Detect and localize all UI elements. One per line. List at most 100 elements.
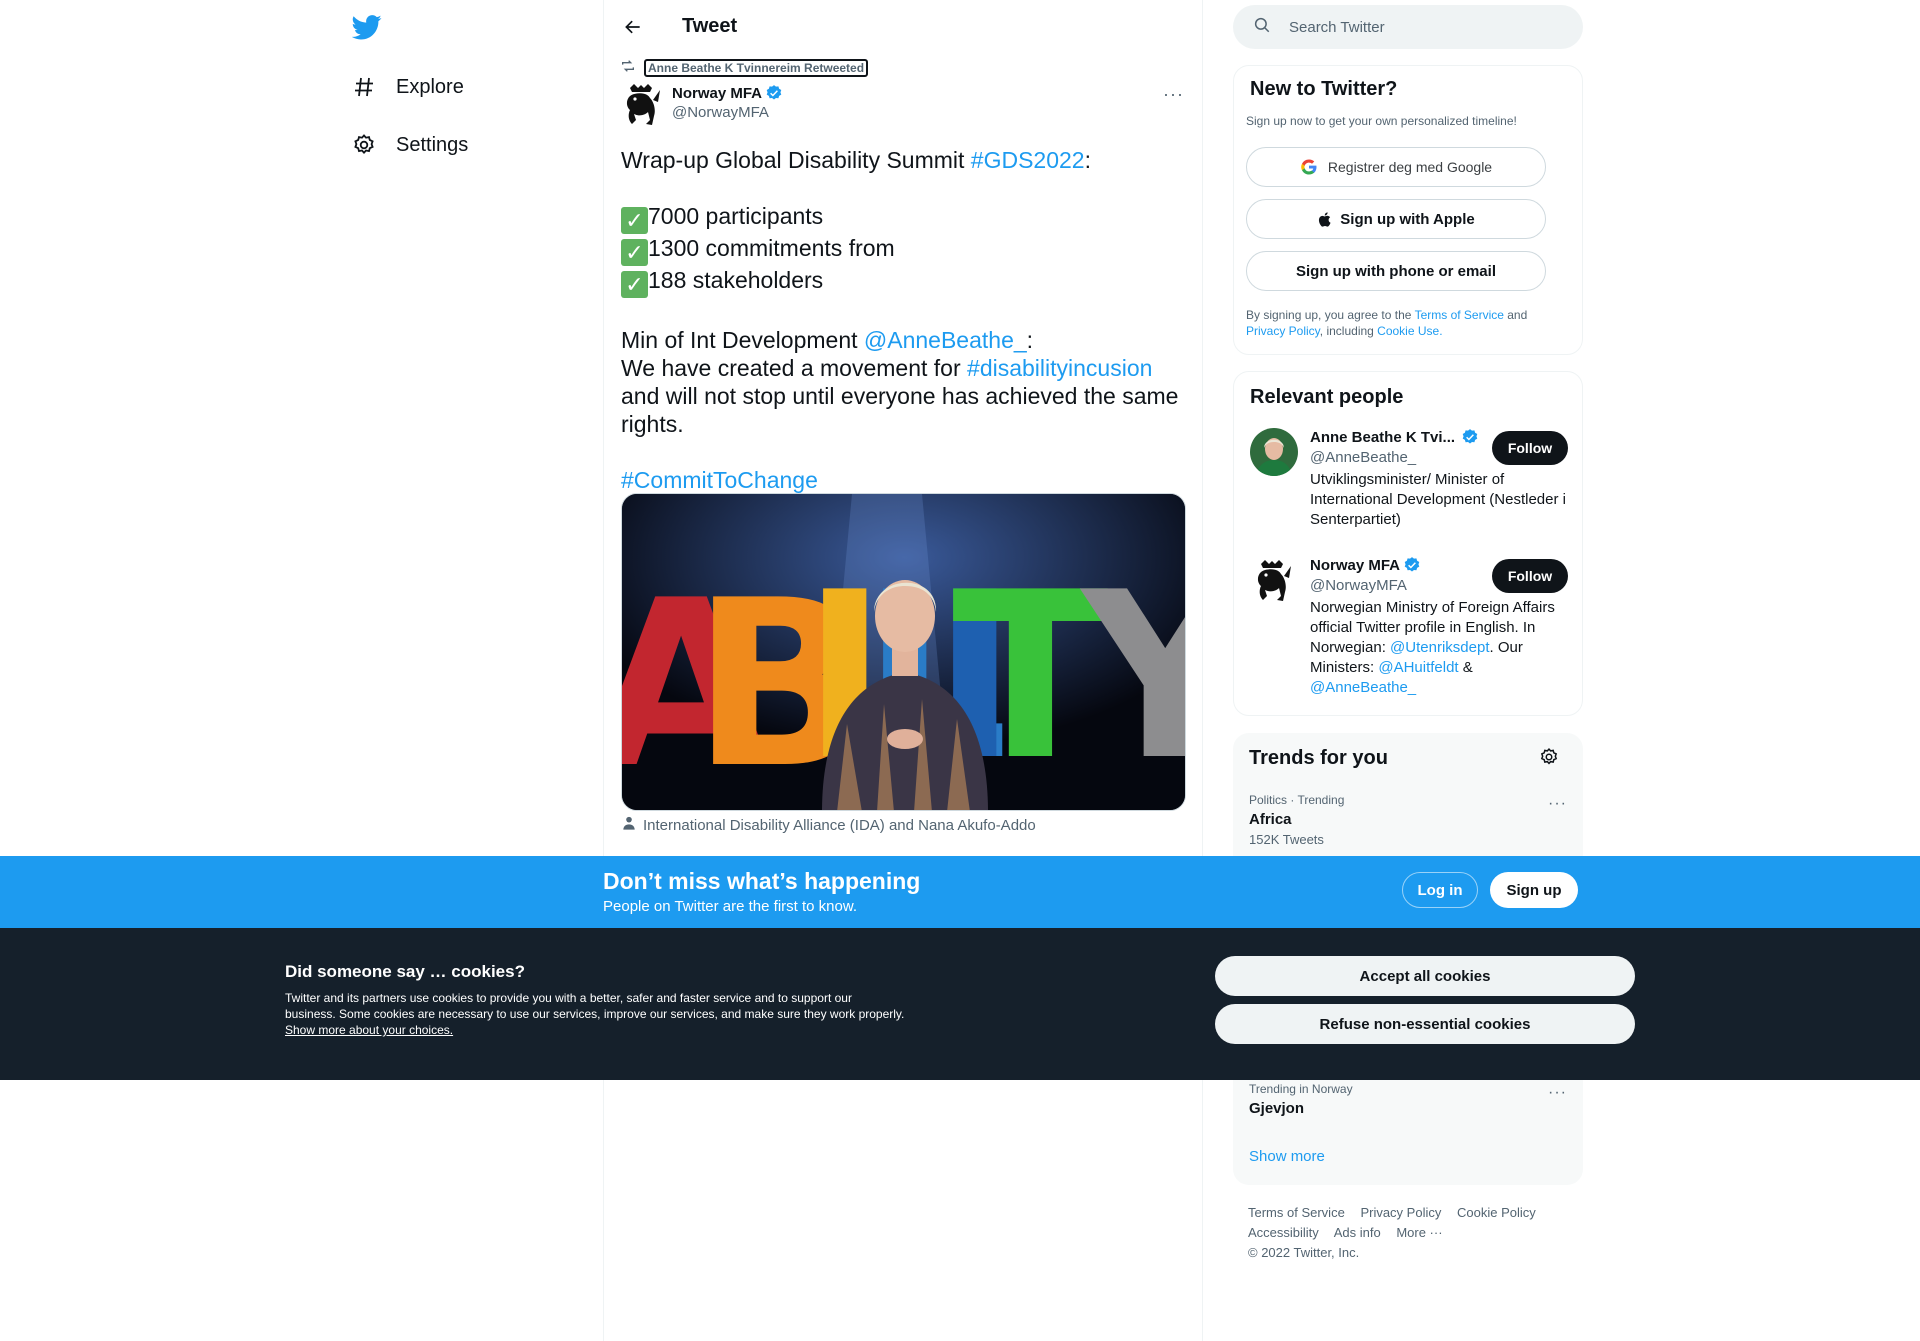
tweet-bullet: ✓ 7000 participants: [621, 202, 1186, 234]
hashtag-committochange-link[interactable]: #CommitToChange: [621, 467, 818, 493]
trend-count: 152K Tweets: [1249, 832, 1324, 847]
signup-banner: Don’t miss what’s happening People on Tw…: [0, 856, 1920, 928]
verified-badge-icon: [1403, 556, 1421, 574]
apple-signup-label: Sign up with Apple: [1340, 210, 1475, 228]
tagged-people-text: International Disability Alliance (IDA) …: [643, 816, 1036, 834]
person-name: Norway MFA: [1310, 556, 1401, 574]
apple-signup-button[interactable]: Sign up with Apple: [1246, 199, 1546, 239]
retweet-icon: [620, 58, 636, 79]
hashtag-icon: [350, 73, 378, 101]
search-box[interactable]: [1233, 5, 1583, 49]
google-signup-label: Registrer deg med Google: [1327, 159, 1493, 175]
mention-utenriksdept-link[interactable]: @Utenriksdept: [1390, 639, 1489, 656]
tweet-photo[interactable]: A B I L I T Y: [621, 493, 1186, 811]
cookie-choices-link[interactable]: Show more about your choices.: [285, 1023, 453, 1037]
trend-meta: Politics · Trending: [1249, 793, 1345, 807]
signup-banner-title: Don’t miss what’s happening: [603, 868, 921, 894]
person-bio: Utviklingsminister/ Minister of Internat…: [1310, 471, 1566, 528]
retweeted-by-link[interactable]: Anne Beathe K Tvinnereim Retweeted: [644, 59, 869, 77]
nav-settings[interactable]: Settings: [350, 121, 468, 169]
media-letter: Y: [1079, 544, 1186, 811]
person-name: Anne Beathe K Tvi...: [1310, 428, 1456, 446]
tweet-line-rights: and will not stop until everyone has ach…: [621, 383, 1179, 437]
author-handle[interactable]: @NorwayMFA: [672, 104, 783, 121]
trend-name: Africa: [1249, 811, 1292, 828]
trend-more-icon[interactable]: ···: [1548, 795, 1567, 813]
mention-annebeathe-link[interactable]: @AnneBeathe_: [864, 327, 1027, 353]
mention-ahuitfeldt-link[interactable]: @AHuitfeldt: [1378, 659, 1458, 676]
author-name: Norway MFA: [672, 84, 763, 102]
person-row[interactable]: Norway MFA @NorwayMFA Norwegian Ministry…: [1234, 556, 1584, 706]
check-mark-icon: ✓: [621, 239, 648, 266]
norway-mfa-avatar[interactable]: [620, 82, 662, 128]
retweet-context: Anne Beathe K Tvinnereim Retweeted: [620, 58, 869, 79]
page-title: Tweet: [682, 15, 738, 37]
footer-more-link[interactable]: More ···: [1396, 1225, 1442, 1240]
verified-badge-icon: [765, 84, 783, 102]
trend-name: Gjevjon: [1249, 1100, 1305, 1117]
trend-meta: Trending in Norway: [1249, 1082, 1353, 1096]
twitter-logo-icon[interactable]: [351, 12, 384, 44]
footer-cookie-link[interactable]: Cookie Policy: [1457, 1205, 1536, 1220]
show-more-link[interactable]: Show more: [1249, 1148, 1325, 1165]
accept-cookies-button[interactable]: Accept all cookies: [1215, 956, 1635, 996]
cookie-title: Did someone say … cookies?: [285, 962, 525, 981]
footer-privacy-link[interactable]: Privacy Policy: [1360, 1205, 1441, 1220]
trend-item[interactable]: Politics · Trending Africa 152K Tweets ·…: [1233, 793, 1583, 863]
nav-explore-label: Explore: [396, 75, 464, 98]
tweet-line-minister: Min of Int Development @AnneBeathe_:: [621, 327, 1034, 353]
trends-settings-icon[interactable]: [1539, 747, 1559, 772]
tweet-author: Norway MFA @NorwayMFA: [620, 82, 783, 128]
relevant-people-card: Relevant people Anne Beathe K Tvi... @An…: [1233, 371, 1583, 716]
anne-beathe-avatar[interactable]: [1250, 428, 1298, 476]
cookie-use-link[interactable]: Cookie Use.: [1377, 324, 1442, 338]
tweet-text: Wrap-up Global Disability Summit #GDS202…: [621, 146, 1186, 494]
nav-explore[interactable]: Explore: [350, 63, 464, 111]
tagged-people[interactable]: International Disability Alliance (IDA) …: [621, 815, 1036, 835]
check-mark-icon: ✓: [621, 271, 648, 298]
footer-accessibility-link[interactable]: Accessibility: [1248, 1225, 1319, 1240]
tweet-header: Tweet: [604, 0, 1202, 53]
google-icon: [1300, 158, 1318, 176]
google-signup-button[interactable]: Registrer deg med Google: [1246, 147, 1546, 187]
copyright: © 2022 Twitter, Inc.: [1248, 1245, 1360, 1260]
tweet-line-summary: Wrap-up Global Disability Summit #GDS202…: [621, 147, 1091, 173]
phone-email-signup-button[interactable]: Sign up with phone or email: [1246, 251, 1546, 291]
nav-settings-label: Settings: [396, 133, 469, 156]
trends-title: Trends for you: [1249, 747, 1388, 769]
author-name-row[interactable]: Norway MFA: [672, 84, 783, 102]
refuse-cookies-button[interactable]: Refuse non-essential cookies: [1215, 1004, 1635, 1044]
verified-badge-icon: [1461, 428, 1479, 446]
person-row[interactable]: Anne Beathe K Tvi... @AnneBeathe_ Utvikl…: [1234, 428, 1584, 538]
signup-banner-subtitle: People on Twitter are the first to know.: [603, 898, 858, 915]
cookie-text: Twitter and its partners use cookies to …: [285, 991, 905, 1037]
more-options-icon[interactable]: ···: [1163, 84, 1184, 105]
login-button[interactable]: Log in: [1402, 872, 1478, 908]
terms-link[interactable]: Terms of Service: [1415, 308, 1504, 322]
footer-terms-link[interactable]: Terms of Service: [1248, 1205, 1345, 1220]
privacy-link[interactable]: Privacy Policy: [1246, 324, 1320, 338]
person-bio: Norwegian Ministry of Foreign Affairs of…: [1310, 599, 1555, 696]
follow-button[interactable]: Follow: [1492, 559, 1568, 593]
search-input[interactable]: [1289, 18, 1539, 36]
mention-annebeathe-link[interactable]: @AnneBeathe_: [1310, 679, 1416, 696]
apple-icon: [1317, 211, 1334, 228]
signup-button[interactable]: Sign up: [1490, 872, 1578, 908]
tweet-bullet: ✓ 1300 commitments from: [621, 234, 1186, 266]
footer-links: Terms of Service Privacy Policy Cookie P…: [1248, 1203, 1578, 1263]
hashtag-gds2022-link[interactable]: #GDS2022: [971, 147, 1085, 173]
signup-legal-text: By signing up, you agree to the Terms of…: [1246, 308, 1528, 338]
trend-more-icon[interactable]: ···: [1548, 1084, 1567, 1102]
new-to-twitter-title: New to Twitter?: [1250, 78, 1398, 100]
check-mark-icon: ✓: [621, 207, 648, 234]
hashtag-disabilityincusion-link[interactable]: #disabilityincusion: [967, 355, 1152, 381]
footer-ads-info-link[interactable]: Ads info: [1334, 1225, 1381, 1240]
tweet-bullet: ✓ 188 stakeholders: [621, 266, 1186, 298]
norway-mfa-avatar[interactable]: [1250, 558, 1298, 606]
follow-button[interactable]: Follow: [1492, 431, 1568, 465]
back-arrow-icon[interactable]: [616, 10, 650, 44]
person-icon: [621, 815, 643, 835]
new-to-twitter-subtitle: Sign up now to get your own personalized…: [1246, 114, 1517, 128]
trend-item[interactable]: Trending in Norway Gjevjon ···: [1233, 1082, 1583, 1132]
gear-icon: [350, 131, 378, 159]
